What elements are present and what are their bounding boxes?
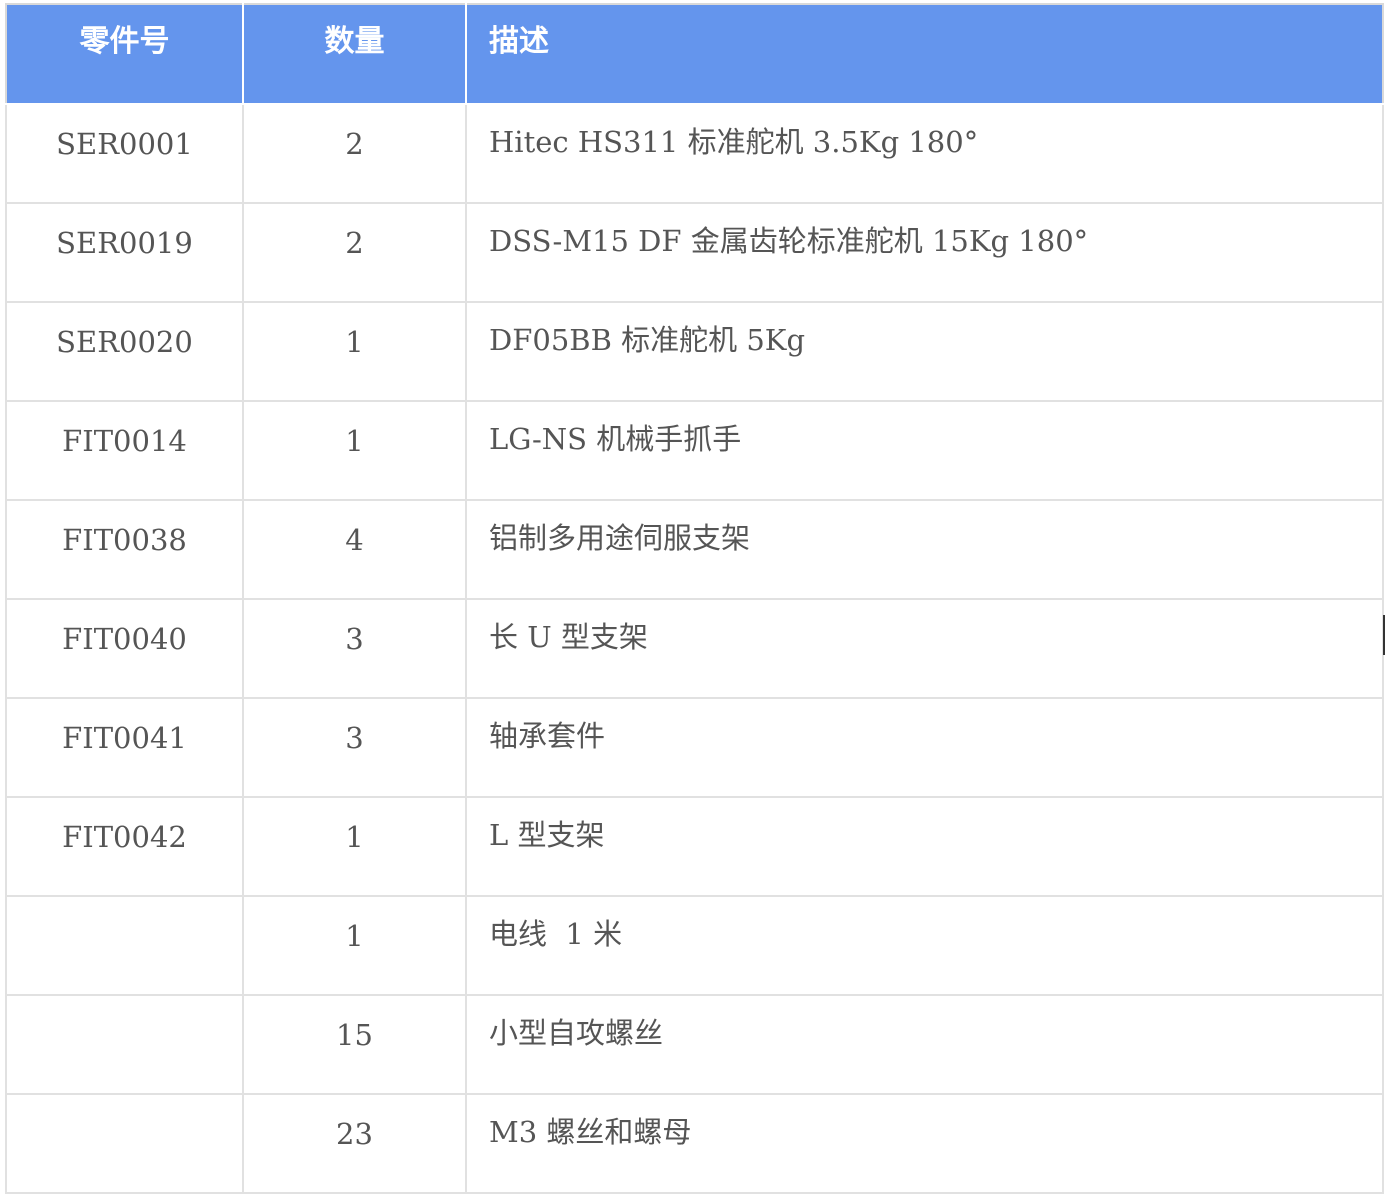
table-row: SER0001 2 Hitec HS311 标准舵机 3.5Kg 180° [5, 103, 1384, 204]
cell-description: LG-NS 机械手抓手 [465, 400, 1384, 501]
cell-description: DF05BB 标准舵机 5Kg [465, 301, 1384, 402]
cell-description: 铝制多用途伺服支架 [465, 499, 1384, 600]
cell-description: 长 U 型支架 [465, 598, 1384, 699]
cell-part-no: SER0019 [5, 202, 244, 303]
cell-part-no: SER0020 [5, 301, 244, 402]
cell-part-no: FIT0038 [5, 499, 244, 600]
cell-quantity: 15 [242, 994, 467, 1095]
cell-quantity: 3 [242, 697, 467, 798]
cell-description: M3 螺丝和螺母 [465, 1093, 1384, 1194]
cell-description: 电线 1 米 [465, 895, 1384, 996]
table-body: SER0001 2 Hitec HS311 标准舵机 3.5Kg 180° SE… [5, 103, 1384, 1194]
cell-quantity: 4 [242, 499, 467, 600]
header-description: 描述 [465, 3, 1384, 105]
cell-description: 轴承套件 [465, 697, 1384, 798]
cell-part-no: FIT0040 [5, 598, 244, 699]
table-row: FIT0014 1 LG-NS 机械手抓手 [5, 400, 1384, 501]
table-row: FIT0040 3 长 U 型支架 [5, 598, 1384, 699]
cell-description: DSS-M15 DF 金属齿轮标准舵机 15Kg 180° [465, 202, 1384, 303]
table-row: 23 M3 螺丝和螺母 [5, 1093, 1384, 1194]
cell-quantity: 2 [242, 202, 467, 303]
table-row: 15 小型自攻螺丝 [5, 994, 1384, 1095]
cell-quantity: 1 [242, 796, 467, 897]
header-row: 零件号 数量 描述 [5, 3, 1384, 105]
cell-description: Hitec HS311 标准舵机 3.5Kg 180° [465, 103, 1384, 204]
cell-part-no [5, 895, 244, 996]
cell-quantity: 1 [242, 400, 467, 501]
table-row: FIT0041 3 轴承套件 [5, 697, 1384, 798]
table-header: 零件号 数量 描述 [5, 3, 1384, 105]
table-row: 1 电线 1 米 [5, 895, 1384, 996]
table-row: FIT0038 4 铝制多用途伺服支架 [5, 499, 1384, 600]
header-quantity: 数量 [242, 3, 467, 105]
cell-part-no: SER0001 [5, 103, 244, 204]
text-cursor-mark [1383, 615, 1385, 655]
cell-description: 小型自攻螺丝 [465, 994, 1384, 1095]
table-row: SER0020 1 DF05BB 标准舵机 5Kg [5, 301, 1384, 402]
cell-quantity: 23 [242, 1093, 467, 1194]
cell-description: L 型支架 [465, 796, 1384, 897]
cell-part-no [5, 1093, 244, 1194]
table-row: SER0019 2 DSS-M15 DF 金属齿轮标准舵机 15Kg 180° [5, 202, 1384, 303]
cell-quantity: 2 [242, 103, 467, 204]
cell-quantity: 3 [242, 598, 467, 699]
table-row: FIT0042 1 L 型支架 [5, 796, 1384, 897]
cell-part-no: FIT0014 [5, 400, 244, 501]
cell-quantity: 1 [242, 895, 467, 996]
cell-part-no: FIT0042 [5, 796, 244, 897]
header-part-no: 零件号 [5, 3, 244, 105]
parts-table: 零件号 数量 描述 SER0001 2 Hitec HS311 标准舵机 3.5… [5, 3, 1384, 1194]
cell-quantity: 1 [242, 301, 467, 402]
cell-part-no [5, 994, 244, 1095]
cell-part-no: FIT0041 [5, 697, 244, 798]
